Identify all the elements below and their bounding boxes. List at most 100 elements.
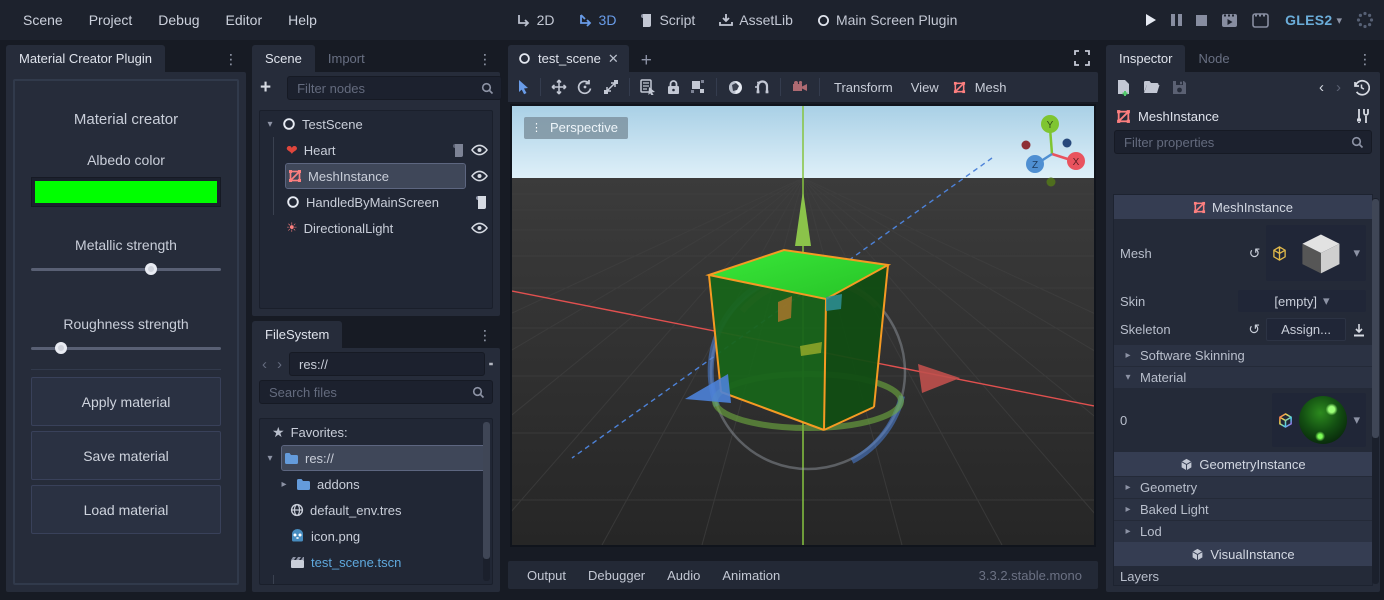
pause-button[interactable] (1171, 14, 1182, 26)
pick-node-icon[interactable] (1352, 323, 1366, 337)
inspector-scrollbar[interactable] (1372, 198, 1379, 584)
menu-scene[interactable]: Scene (10, 12, 76, 28)
menu-help[interactable]: Help (275, 12, 330, 28)
rotate-tool-icon[interactable] (577, 79, 593, 95)
group-geometry[interactable]: ▸Geometry (1114, 476, 1372, 498)
tab-inspector[interactable]: Inspector (1106, 45, 1185, 72)
snap-icon[interactable] (754, 79, 770, 95)
visibility-eye-icon[interactable] (471, 222, 488, 234)
row-default-env[interactable]: default_env.tres (260, 497, 492, 523)
panel-menu-icon[interactable]: ⋮ (470, 322, 500, 348)
revert-icon[interactable]: ↺ (1248, 321, 1260, 338)
collapse-arrow-icon[interactable]: ▾ (264, 119, 276, 130)
3d-viewport[interactable]: Y X Z ⋮ Perspective (510, 104, 1096, 547)
panel-menu-icon[interactable]: ⋮ (216, 46, 246, 72)
debugger-button[interactable]: Debugger (579, 568, 654, 583)
view-menu[interactable]: View (907, 80, 943, 95)
select-tool-icon[interactable] (516, 79, 530, 95)
tree-row-handledbymainscreen[interactable]: HandledByMainScreen (260, 189, 492, 215)
group-software-skinning[interactable]: ▸Software Skinning (1114, 344, 1372, 366)
perspective-menu[interactable]: ⋮ Perspective (524, 117, 628, 139)
preview-camera-icon[interactable] (791, 80, 809, 94)
tab-scene[interactable]: Scene (252, 45, 315, 72)
history-back-button[interactable]: ‹ (259, 356, 270, 373)
tab-node[interactable]: Node (1185, 45, 1242, 72)
object-tools-icon[interactable] (1355, 108, 1370, 124)
load-material-button[interactable]: Load material (31, 485, 221, 534)
animation-button[interactable]: Animation (713, 568, 789, 583)
scene-tab-test-scene[interactable]: test_scene ✕ (508, 45, 629, 72)
row-res-root[interactable]: ▾ res:// (260, 445, 492, 471)
chevron-down-icon[interactable]: ▾ (1353, 412, 1360, 428)
history-forward-button[interactable]: › (274, 356, 285, 373)
move-tool-icon[interactable] (551, 79, 567, 95)
mode-main-screen-plugin-button[interactable]: Main Screen Plugin (805, 12, 969, 28)
group-icon[interactable] (690, 79, 706, 95)
filter-properties-input[interactable] (1122, 134, 1345, 151)
tree-row-meshinstance[interactable]: MeshInstance (260, 163, 492, 189)
metallic-slider[interactable] (31, 262, 221, 276)
visibility-eye-icon[interactable] (471, 170, 488, 182)
output-button[interactable]: Output (518, 568, 575, 583)
tree-row-heart[interactable]: ❤ Heart (260, 137, 492, 163)
transform-menu[interactable]: Transform (830, 80, 897, 95)
split-mode-button[interactable] (489, 356, 493, 372)
group-material[interactable]: ▾Material (1114, 366, 1372, 388)
mesh-menu[interactable]: Mesh (953, 80, 1011, 95)
roughness-slider-grabber[interactable] (55, 342, 67, 354)
roughness-slider[interactable] (31, 341, 221, 355)
tab-material-creator-plugin[interactable]: Material Creator Plugin (6, 45, 165, 72)
play-button[interactable] (1144, 13, 1157, 27)
tree-row-testscene[interactable]: ▾ TestScene (260, 111, 492, 137)
scale-tool-icon[interactable] (603, 79, 619, 95)
apply-material-button[interactable]: Apply material (31, 377, 221, 426)
visibility-eye-icon[interactable] (471, 144, 488, 156)
albedo-swatch[interactable] (35, 181, 217, 203)
history-back-button[interactable]: ‹ (1319, 79, 1324, 96)
filter-nodes-input[interactable] (295, 80, 475, 97)
current-path-input[interactable] (297, 356, 477, 373)
albedo-color-picker[interactable] (31, 177, 221, 207)
distraction-free-icon[interactable] (1074, 50, 1090, 66)
new-resource-button[interactable] (1116, 79, 1131, 96)
object-history-button[interactable] (1353, 79, 1370, 96)
play-custom-scene-button[interactable] (1252, 13, 1269, 28)
tab-filesystem[interactable]: FileSystem (252, 321, 342, 348)
row-addons[interactable]: ▸ addons (260, 471, 492, 497)
menu-project[interactable]: Project (76, 12, 146, 28)
audio-button[interactable]: Audio (658, 568, 709, 583)
tab-import[interactable]: Import (315, 45, 378, 72)
load-resource-button[interactable] (1143, 80, 1160, 94)
filesystem-scrollbar[interactable] (483, 422, 490, 581)
stop-button[interactable] (1196, 15, 1207, 26)
tree-row-directionallight[interactable]: ☀ DirectionalLight (260, 215, 492, 241)
collapse-arrow-icon[interactable]: ▾ (264, 453, 276, 464)
group-lod[interactable]: ▸Lod (1114, 520, 1372, 542)
mode-3d-button[interactable]: 3D (567, 12, 629, 28)
group-baked-light[interactable]: ▸Baked Light (1114, 498, 1372, 520)
chevron-down-icon[interactable]: ▾ (1353, 245, 1360, 261)
metallic-slider-grabber[interactable] (145, 263, 157, 275)
panel-menu-icon[interactable]: ⋮ (470, 46, 500, 72)
mesh-resource-picker[interactable]: ▾ (1266, 225, 1366, 281)
row-icon-png[interactable]: icon.png (260, 523, 492, 549)
search-files-input[interactable] (267, 384, 466, 401)
panel-menu-icon[interactable]: ⋮ (1350, 46, 1380, 72)
script-icon[interactable] (475, 195, 488, 210)
script-icon[interactable] (452, 143, 465, 158)
close-tab-icon[interactable]: ✕ (608, 45, 619, 72)
skeleton-assign-button[interactable]: Assign... (1266, 318, 1346, 341)
skin-resource-picker[interactable]: [empty] ▾ (1238, 290, 1366, 312)
menu-debug[interactable]: Debug (145, 12, 212, 28)
list-select-tool-icon[interactable] (640, 79, 657, 95)
row-test-scene-tscn[interactable]: test_scene.tscn (260, 549, 492, 575)
add-node-button[interactable]: + (260, 78, 271, 98)
mode-2d-button[interactable]: 2D (505, 12, 567, 28)
selected-node[interactable]: MeshInstance (286, 164, 465, 188)
expand-arrow-icon[interactable]: ▸ (278, 479, 290, 490)
local-space-icon[interactable] (727, 79, 744, 96)
chevron-down-icon[interactable]: ▾ (1323, 293, 1330, 309)
renderer-select[interactable]: GLES2 (1285, 12, 1332, 28)
mode-assetlib-button[interactable]: AssetLib (707, 12, 805, 28)
menu-editor[interactable]: Editor (213, 12, 276, 28)
